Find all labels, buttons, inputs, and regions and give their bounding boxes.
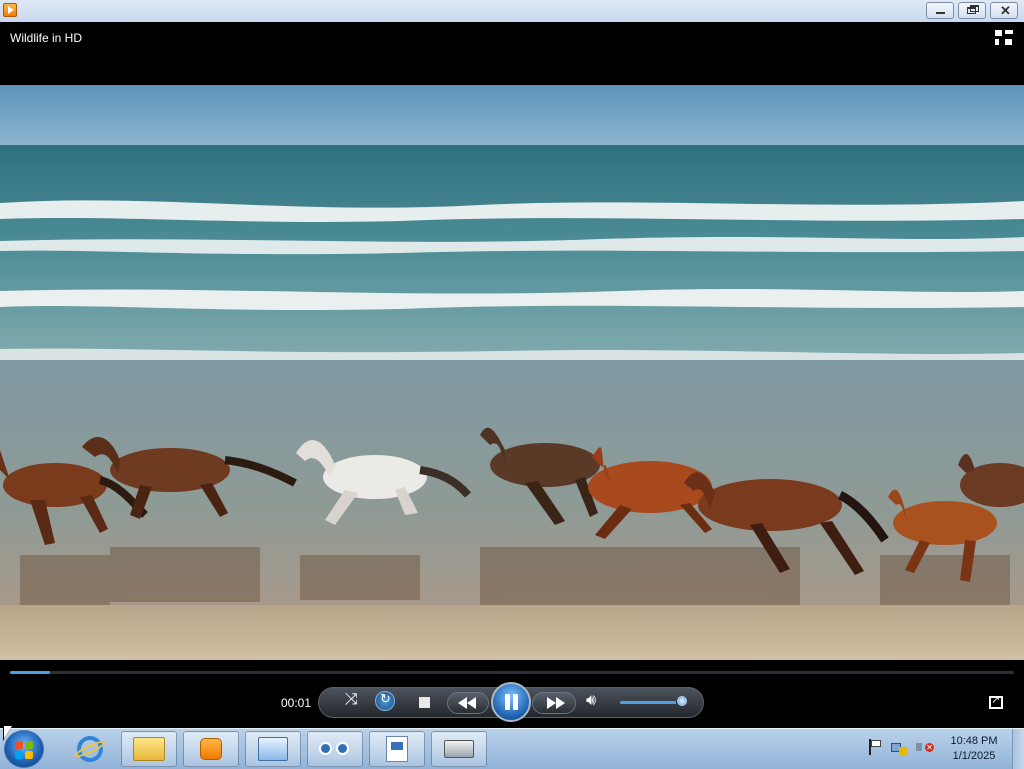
repeat-icon[interactable]	[375, 691, 395, 711]
media-player-icon[interactable]	[3, 3, 17, 17]
elapsed-time: 00:01	[281, 696, 312, 710]
video-frame[interactable]	[0, 85, 1024, 660]
pause-icon[interactable]	[491, 682, 531, 722]
taskbar-wordpad[interactable]	[369, 731, 425, 767]
taskbar: ✕ 10:48 PM 1/1/2025	[0, 728, 1024, 769]
next-icon[interactable]	[532, 692, 576, 714]
network-icon[interactable]	[891, 739, 907, 755]
close-button[interactable]: ✕	[990, 2, 1018, 19]
close-icon: ✕	[1000, 3, 1011, 18]
shuffle-icon[interactable]: ⤨	[345, 691, 358, 709]
show-desktop-button[interactable]	[1012, 729, 1024, 769]
taskbar-explorer[interactable]	[121, 731, 177, 767]
minimize-button[interactable]	[926, 2, 954, 19]
video-title: Wildlife in HD	[10, 31, 83, 45]
taskbar-people[interactable]	[307, 731, 363, 767]
seek-bar[interactable]	[10, 671, 1014, 674]
flag-icon[interactable]	[867, 739, 881, 755]
volume-slider[interactable]	[620, 701, 682, 704]
people-icon	[319, 742, 351, 756]
media-player-icon	[200, 738, 222, 760]
taskbar-media-player[interactable]	[183, 731, 239, 767]
folder-icon	[133, 737, 165, 761]
restore-button[interactable]	[958, 2, 986, 19]
taskbar-printer[interactable]	[431, 731, 487, 767]
taskbar-internet-explorer[interactable]	[62, 731, 118, 767]
window-titlebar: ✕	[0, 0, 1024, 23]
printer-icon	[444, 740, 474, 758]
previous-icon[interactable]	[447, 692, 489, 714]
minimize-icon	[936, 12, 945, 14]
volume-icon[interactable]: 🔊︎	[586, 692, 596, 710]
switch-to-library-button[interactable]	[995, 30, 1013, 46]
control-panel-icon	[258, 737, 288, 761]
playback-controls: 00:01 ⤨ 🔊︎	[0, 660, 1024, 728]
taskbar-control-panel[interactable]	[245, 731, 301, 767]
stop-icon[interactable]	[419, 697, 430, 708]
player-header: Wildlife in HD	[0, 22, 1024, 85]
volume-muted-icon[interactable]: ✕	[916, 739, 934, 755]
video-image	[0, 85, 1024, 660]
fullscreen-icon[interactable]	[989, 693, 1003, 709]
seek-progress	[10, 671, 51, 674]
volume-slider-thumb[interactable]	[677, 696, 687, 706]
clock[interactable]: 10:48 PM 1/1/2025	[944, 734, 1004, 764]
clock-time: 10:48 PM	[950, 735, 998, 747]
clock-date: 1/1/2025	[952, 750, 996, 762]
wordpad-icon	[386, 736, 408, 762]
